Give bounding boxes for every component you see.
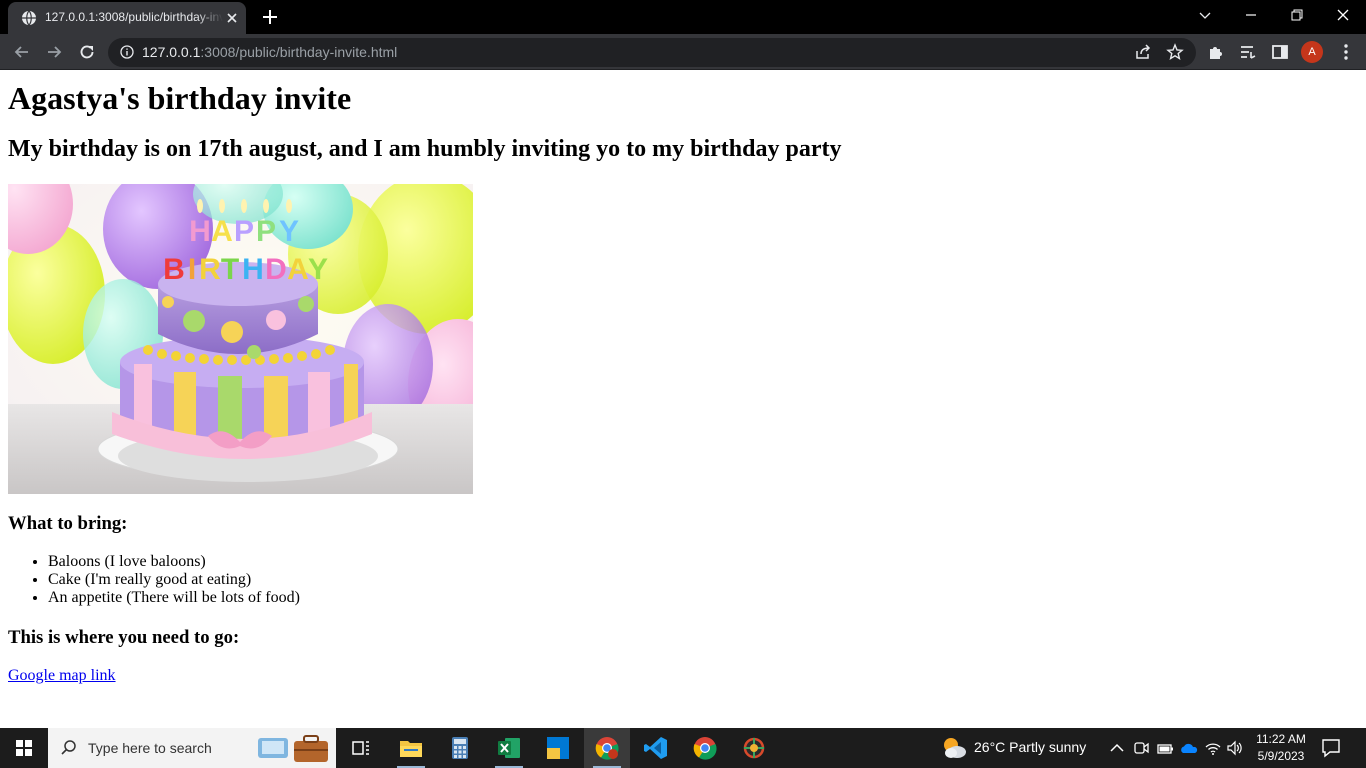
- candle-letter: I: [188, 253, 196, 286]
- page-content: Agastya's birthday invite My birthday is…: [0, 71, 1366, 728]
- weather-widget[interactable]: 26°C Partly sunny: [940, 734, 1096, 762]
- start-button[interactable]: [0, 728, 48, 768]
- list-item: Baloons (I love baloons): [48, 553, 300, 571]
- back-icon[interactable]: [12, 42, 32, 62]
- search-icon: [61, 740, 76, 755]
- windows-icon: [16, 740, 32, 756]
- tab-search-button[interactable]: [1182, 0, 1228, 30]
- candle-letter: H: [189, 215, 211, 248]
- google-map-link[interactable]: Google map link: [8, 667, 116, 685]
- weather-icon: [944, 738, 966, 758]
- excel-button[interactable]: [486, 728, 532, 768]
- menu-icon[interactable]: [1336, 42, 1356, 62]
- list-item: An appetite (There will be lots of food): [48, 589, 300, 607]
- battery-icon[interactable]: [1156, 739, 1174, 757]
- close-window-button[interactable]: [1320, 0, 1366, 30]
- excel-icon: [498, 738, 520, 758]
- candle-letter: R: [199, 253, 221, 286]
- birthday-candles: B I R T H D A Y: [163, 253, 328, 286]
- bring-list: Baloons (I love baloons) Cake (I'm reall…: [48, 553, 300, 607]
- extensions-icon[interactable]: [1206, 42, 1226, 62]
- search-highlight-icon: [258, 735, 328, 762]
- star-icon[interactable]: [1166, 43, 1184, 61]
- address-bar[interactable]: 127.0.0.1:3008/public/birthday-invite.ht…: [108, 38, 1196, 67]
- restore-button[interactable]: [1274, 0, 1320, 30]
- minimize-button[interactable]: [1228, 0, 1274, 30]
- globe-icon: [22, 10, 36, 26]
- browser-tab[interactable]: 127.0.0.1:3008/public/birthday-invite.ht…: [8, 2, 246, 34]
- happy-candles: H A P P Y: [189, 215, 299, 248]
- wifi-icon[interactable]: [1204, 739, 1222, 757]
- app-icon: [743, 737, 765, 759]
- other-app-button[interactable]: [731, 728, 777, 768]
- file-explorer-icon: [400, 741, 422, 757]
- forward-icon[interactable]: [44, 42, 64, 62]
- chevron-down-icon: [1199, 12, 1211, 19]
- location-heading: This is where you need to go:: [8, 627, 240, 648]
- onedrive-icon[interactable]: [1180, 739, 1198, 757]
- birthday-cake-image: H A P P Y B I R T H D A Y: [8, 184, 473, 494]
- tab-strip: 127.0.0.1:3008/public/birthday-invite.ht…: [0, 0, 1366, 34]
- calculator-icon: [452, 737, 468, 759]
- candle-letter: Y: [279, 215, 299, 248]
- candle-letter: A: [287, 253, 309, 286]
- calculator-button[interactable]: [437, 728, 483, 768]
- vscode-button[interactable]: [633, 728, 679, 768]
- chrome-icon: [595, 737, 619, 760]
- windows-taskbar: Type here to search 26°C Partly sunny 11…: [0, 728, 1366, 768]
- search-placeholder: Type here to search: [88, 740, 212, 756]
- chrome-button[interactable]: [682, 728, 728, 768]
- weather-text: 26°C Partly sunny: [974, 739, 1087, 755]
- url-path: :3008/public/birthday-invite.html: [200, 44, 398, 60]
- page-subtitle: My birthday is on 17th august, and I am …: [8, 136, 842, 162]
- system-clock[interactable]: 11:22 AM 5/9/2023: [1248, 731, 1314, 765]
- page-title: Agastya's birthday invite: [8, 80, 352, 116]
- candle-letter: A: [211, 215, 233, 248]
- browser-toolbar: 127.0.0.1:3008/public/birthday-invite.ht…: [0, 34, 1366, 70]
- task-view-button[interactable]: [338, 728, 384, 768]
- candle-letter: D: [265, 253, 287, 286]
- tab-title: 127.0.0.1:3008/public/birthday-invite.ht…: [45, 10, 223, 24]
- chrome-icon: [693, 737, 717, 760]
- candle-letter: P: [234, 215, 254, 248]
- close-icon[interactable]: [224, 10, 240, 26]
- list-item: Cake (I'm really good at eating): [48, 571, 300, 589]
- taskbar-search-box[interactable]: Type here to search: [48, 728, 336, 768]
- chrome-profile-button[interactable]: [584, 728, 630, 768]
- plus-icon[interactable]: [260, 7, 280, 27]
- clock-date: 5/9/2023: [1257, 749, 1305, 763]
- restore-icon: [1291, 9, 1303, 21]
- candle-letter: T: [221, 253, 239, 286]
- info-icon[interactable]: [120, 45, 134, 59]
- minimize-icon: [1246, 14, 1256, 16]
- url-host: 127.0.0.1: [142, 44, 201, 60]
- avatar[interactable]: A: [1301, 41, 1323, 63]
- volume-icon[interactable]: [1226, 739, 1244, 757]
- candle-letter: Y: [308, 253, 328, 286]
- chevron-up-icon[interactable]: [1108, 739, 1126, 757]
- side-panel-icon[interactable]: [1270, 42, 1290, 62]
- reading-list-icon[interactable]: [1238, 42, 1258, 62]
- bring-heading: What to bring:: [8, 513, 128, 534]
- close-icon: [1337, 9, 1349, 21]
- file-explorer-button[interactable]: [388, 728, 434, 768]
- share-icon[interactable]: [1134, 43, 1152, 61]
- candle-letter: B: [163, 253, 185, 286]
- candle-letter: H: [242, 253, 264, 286]
- app-icon: [547, 737, 569, 759]
- candle-letter: P: [256, 215, 276, 248]
- vscode-icon: [644, 737, 667, 759]
- notification-icon[interactable]: [1320, 738, 1342, 758]
- reload-icon[interactable]: [77, 42, 97, 62]
- clock-time: 11:22 AM: [1256, 732, 1306, 746]
- task-view-icon: [352, 741, 369, 755]
- url-text[interactable]: 127.0.0.1:3008/public/birthday-invite.ht…: [142, 44, 397, 60]
- store-app-button[interactable]: [535, 728, 581, 768]
- meet-now-icon[interactable]: [1132, 739, 1150, 757]
